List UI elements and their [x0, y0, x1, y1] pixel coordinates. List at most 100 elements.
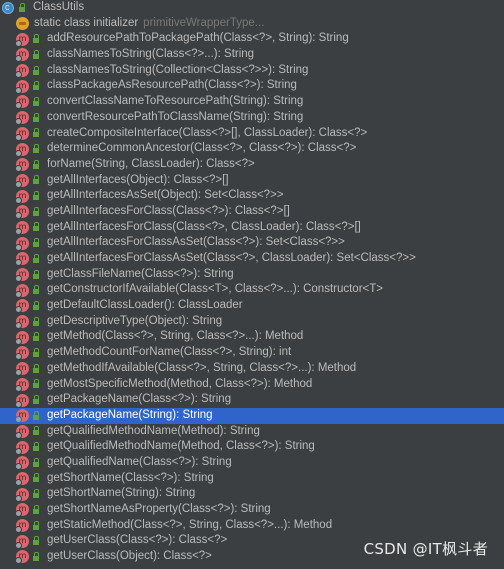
method-icon: m — [15, 111, 29, 126]
method-signature: determineCommonAncestor(Class<?>, Class<… — [47, 142, 357, 155]
tree-node-method[interactable]: m getPackageName(Class<?>): String — [0, 392, 504, 408]
method-icon: m — [15, 220, 29, 235]
public-lock-icon — [32, 238, 39, 248]
public-lock-icon — [32, 144, 39, 154]
public-lock-icon — [32, 206, 39, 217]
public-lock-icon — [32, 269, 39, 280]
public-lock-icon — [32, 159, 39, 170]
tree-node-method[interactable]: m getAllInterfaces(Object): Class<?>[] — [0, 173, 504, 189]
tree-node-method[interactable]: m getStaticMethod(Class<?>, String, Class… — [0, 518, 504, 534]
initializer-label: static class initializer — [34, 16, 139, 29]
tree-node-method[interactable]: m getAllInterfacesForClass(Class<?>, Clas… — [0, 220, 504, 236]
method-signature: getUserClass(Object): Class<?> — [47, 550, 212, 563]
method-signature: getUserClass(Class<?>): Class<?> — [47, 534, 228, 547]
tree-node-method[interactable]: m getShortNameAsProperty(Class<?>): Strin… — [0, 502, 504, 518]
tree-node-method[interactable]: m getMethodIfAvailable(Class<?>, String, … — [0, 361, 504, 377]
method-icon: m — [15, 48, 29, 63]
method-icon: m — [15, 252, 29, 267]
method-icon: m — [15, 503, 29, 518]
public-lock-icon — [32, 395, 39, 405]
public-lock-icon — [32, 551, 39, 562]
public-lock-icon — [32, 363, 39, 374]
tree-node-method[interactable]: m getAllInterfacesAsSet(Object): Set<Clas… — [0, 188, 504, 204]
initializer-hint: primitiveWrapperType... — [143, 16, 265, 29]
method-signature: getStaticMethod(Class<?>, String, Class<… — [47, 518, 333, 531]
method-icon: m — [15, 424, 29, 439]
method-icon: m — [15, 126, 29, 141]
method-icon: m — [15, 362, 29, 377]
tree-node-method[interactable]: m getAllInterfacesForClassAsSet(Class<?>)… — [0, 235, 504, 251]
public-lock-icon — [32, 175, 39, 185]
tree-node-method[interactable]: m classNamesToString(Collection<Class<?>>… — [0, 63, 504, 79]
method-signature: getQualifiedMethodName(Method): String — [47, 424, 260, 437]
method-icon: m — [15, 79, 29, 94]
method-icon: m — [15, 519, 29, 534]
class-name: ClassUtils — [33, 1, 85, 13]
method-icon: m — [15, 173, 29, 188]
tree-node-method[interactable]: m getClassFileName(Class<?>): String — [0, 267, 504, 283]
method-signature: getConstructorIfAvailable(Class<T>, Clas… — [47, 283, 383, 296]
tree-node-method[interactable]: m getQualifiedMethodName(Method, Class<?>… — [0, 439, 504, 455]
method-signature: getAllInterfaces(Object): Class<?>[] — [47, 173, 229, 186]
method-icon: m — [15, 550, 29, 565]
tree-node-initializer[interactable]: static class initializer primitiveWrappe… — [0, 16, 504, 32]
public-lock-icon — [32, 96, 39, 107]
tree-node-method[interactable]: m getDefaultClassLoader(): ClassLoader — [0, 298, 504, 314]
tree-node-method[interactable]: m convertResourcePathToClassName(String):… — [0, 110, 504, 126]
public-lock-icon — [32, 253, 39, 264]
tree-node-method[interactable]: m getPackageName(String): String — [0, 407, 504, 424]
tree-node-method[interactable]: m getMostSpecificMethod(Method, Class<?>)… — [0, 377, 504, 393]
method-signature: classNamesToString(Class<?>...): String — [47, 48, 255, 61]
tree-node-method[interactable]: m classNamesToString(Class<?>...): String — [0, 47, 504, 63]
tree-node-method[interactable]: m determineCommonAncestor(Class<?>, Class… — [0, 141, 504, 157]
tree-node-method[interactable]: m getShortName(Class<?>): String — [0, 471, 504, 487]
method-icon: m — [15, 64, 29, 79]
method-signature: getDefaultClassLoader(): ClassLoader — [47, 299, 243, 312]
method-signature: getAllInterfacesForClassAsSet(Class<?>, … — [47, 252, 416, 264]
method-signature: getAllInterfacesForClass(Class<?>): Clas… — [47, 204, 290, 217]
public-lock-icon — [32, 81, 39, 91]
tree-node-method[interactable]: m getMethod(Class<?>, String, Class<?>...… — [0, 329, 504, 345]
tree-node-method[interactable]: m getShortName(String): String — [0, 486, 504, 502]
structure-tree: ClassUtils static class initializer prim… — [0, 0, 504, 565]
public-lock-icon — [32, 442, 39, 452]
method-signature: classNamesToString(Collection<Class<?>>)… — [47, 63, 309, 76]
method-signature: getDescriptiveType(Object): String — [47, 314, 223, 327]
tree-node-method[interactable]: m getQualifiedMethodName(Method): String — [0, 424, 504, 440]
public-lock-icon — [32, 332, 39, 342]
public-lock-icon — [32, 457, 39, 468]
tree-node-class[interactable]: ClassUtils — [0, 0, 504, 16]
public-lock-icon — [32, 191, 39, 201]
method-list: m addResourcePathToPackagePath(Class<?>, … — [0, 31, 504, 565]
tree-node-method[interactable]: m classPackageAsResourcePath(Class<?>): S… — [0, 78, 504, 94]
tree-node-method[interactable]: m getConstructorIfAvailable(Class<T>, Cla… — [0, 282, 504, 298]
tree-node-method[interactable]: m getAllInterfacesForClassAsSet(Class<?>,… — [0, 251, 504, 267]
method-icon: m — [15, 189, 29, 204]
method-icon: m — [15, 32, 29, 47]
method-signature: getShortNameAsProperty(Class<?>): String — [47, 503, 271, 515]
tree-node-method[interactable]: m getAllInterfacesForClass(Class<?>): Cla… — [0, 204, 504, 220]
method-icon: m — [15, 534, 29, 549]
method-signature: getAllInterfacesForClassAsSet(Class<?>):… — [47, 236, 345, 249]
method-icon: m — [15, 283, 29, 298]
method-signature: getAllInterfacesForClass(Class<?>, Class… — [47, 220, 361, 233]
tree-node-method[interactable]: m forName(String, ClassLoader): Class<?> — [0, 157, 504, 173]
method-signature: addResourcePathToPackagePath(Class<?>, S… — [47, 32, 349, 45]
tree-node-method[interactable]: m getQualifiedName(Class<?>): String — [0, 455, 504, 471]
public-lock-icon — [32, 222, 39, 232]
method-icon: m — [15, 409, 29, 424]
tree-node-method[interactable]: m getDescriptiveType(Object): String — [0, 314, 504, 330]
tree-node-method[interactable]: m getMethodCountForName(Class<?>, String)… — [0, 345, 504, 361]
tree-node-method[interactable]: m convertClassNameToResourcePath(String):… — [0, 94, 504, 110]
method-signature: getAllInterfacesAsSet(Object): Set<Class… — [47, 189, 284, 202]
method-icon: m — [15, 346, 29, 361]
tree-node-method[interactable]: m createCompositeInterface(Class<?>[], Cl… — [0, 126, 504, 142]
method-icon: m — [15, 393, 29, 408]
public-lock-icon — [32, 410, 39, 421]
public-lock-icon — [32, 426, 39, 436]
public-lock-icon — [32, 316, 39, 327]
public-lock-icon — [32, 34, 39, 44]
public-lock-icon — [32, 504, 39, 515]
public-lock-icon — [32, 128, 39, 138]
tree-node-method[interactable]: m addResourcePathToPackagePath(Class<?>, … — [0, 31, 504, 47]
